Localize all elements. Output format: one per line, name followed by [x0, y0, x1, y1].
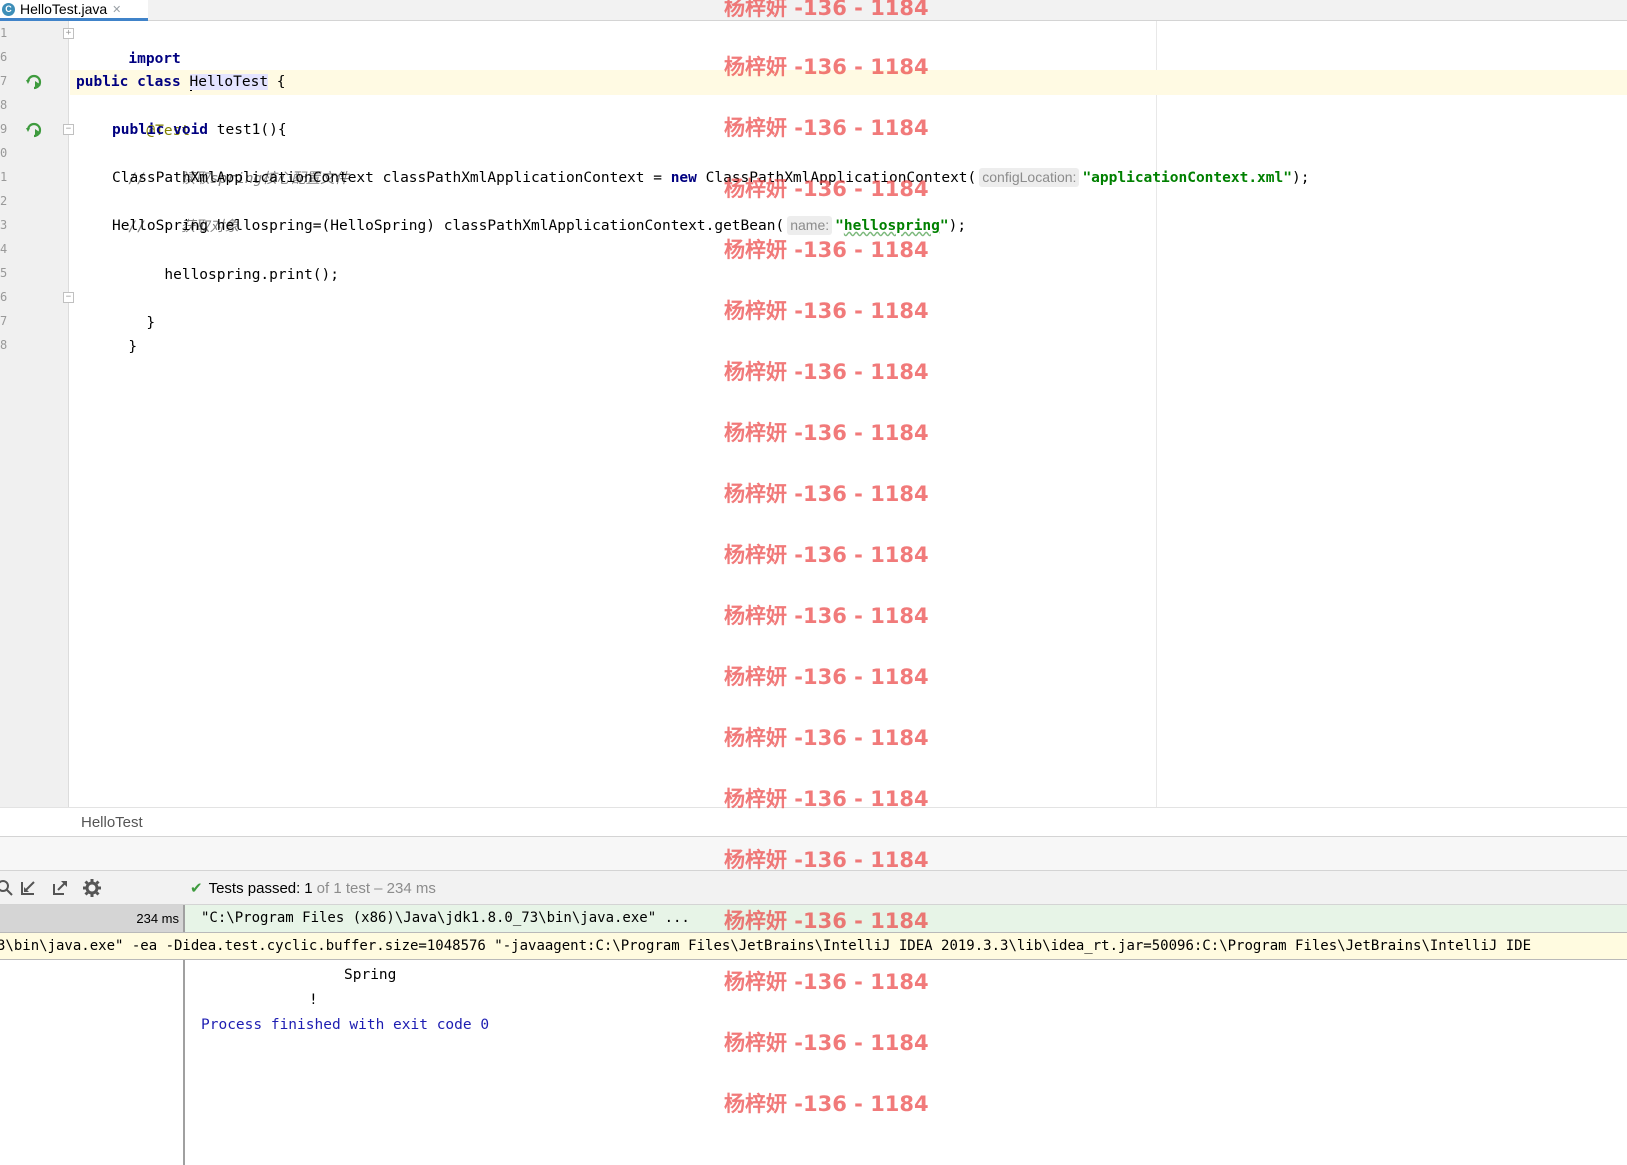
- tooltip-text: 3\bin\java.exe" -ea -Didea.test.cyclic.b…: [0, 938, 1532, 954]
- check-icon: ✔: [190, 879, 203, 897]
- line-number: 8: [0, 98, 8, 112]
- code-text: {: [268, 74, 286, 90]
- parameter-hint: configLocation:: [979, 168, 1080, 187]
- status-detail: of 1 test – 234 ms: [316, 879, 436, 897]
- code-text: hellospring.print();: [164, 267, 339, 283]
- close-icon[interactable]: ✕: [112, 3, 121, 16]
- run-test-class-icon[interactable]: [25, 73, 43, 91]
- line-number: 1: [0, 26, 8, 40]
- console-command-row[interactable]: "C:\Program Files (x86)\Java\jdk1.8.0_73…: [185, 905, 1627, 933]
- code-text: );: [948, 218, 967, 234]
- line-number: 1: [0, 170, 8, 184]
- string-literal: "hellospring": [835, 218, 949, 234]
- code-line-import: import ...: [76, 22, 1627, 92]
- line-number: 8: [0, 338, 8, 352]
- breadcrumb: HelloTest: [0, 807, 1627, 837]
- gutter-row: 6 −: [0, 286, 74, 311]
- test-status: ✔ Tests passed: 1 of 1 test – 234 ms: [190, 879, 436, 897]
- test-tree-root-row[interactable]: 234 ms: [0, 905, 183, 933]
- import-tests-icon[interactable]: [17, 878, 39, 898]
- line-number: 7: [0, 74, 8, 88]
- run-toolbar: ✔ Tests passed: 1 of 1 test – 234 ms: [0, 871, 1627, 905]
- code-text: test1(){: [208, 122, 287, 138]
- line-number: 4: [0, 242, 8, 256]
- gutter-row: 7: [0, 310, 69, 335]
- gutter-row: 3: [0, 214, 69, 239]
- search-icon[interactable]: [0, 878, 16, 898]
- code-line-comment: // 获取对象: [76, 190, 1627, 235]
- line-gutter: 1 + 6 7 8 9 − 0 1 2 3 4 5 6 − 7 8: [0, 21, 74, 807]
- code-text: HelloSpring hellospring=(HelloSpring) cl…: [112, 218, 785, 234]
- code-line-annotation: @Test: [94, 94, 1627, 139]
- line-number: 5: [0, 266, 8, 280]
- string-quote: ": [835, 218, 844, 234]
- console-output-line: Spring: [344, 967, 397, 983]
- status-label: Tests passed:: [208, 879, 301, 897]
- editor-tab-bar: C HelloTest.java ✕: [0, 0, 1627, 21]
- gutter-row: 7: [0, 70, 69, 95]
- code-line-class-decl: public class HelloTest {: [70, 70, 1627, 95]
- string-literal: "applicationContext.xml": [1082, 170, 1292, 186]
- gear-icon[interactable]: [81, 878, 103, 898]
- string-value: hellospring: [843, 218, 940, 234]
- code-editor[interactable]: 1 + 6 7 8 9 − 0 1 2 3 4 5 6 − 7 8 import…: [0, 21, 1627, 807]
- gutter-row: 2: [0, 190, 69, 215]
- export-tests-icon[interactable]: [49, 878, 71, 898]
- code-line-method-decl: public void test1(){: [112, 118, 1627, 143]
- line-number: 6: [0, 290, 8, 304]
- console-output-line: !: [309, 992, 318, 1008]
- code-line-close-method: }: [94, 286, 1627, 331]
- string-quote: ": [939, 218, 949, 234]
- gutter-row: 9 −: [0, 118, 74, 143]
- code-line-close-class: }: [76, 310, 1627, 355]
- keyword: public void: [112, 122, 209, 138]
- line-number: 2: [0, 194, 8, 208]
- code-line-print: hellospring.print();: [112, 238, 1627, 283]
- keyword: new: [670, 170, 697, 186]
- gutter-row: 1: [0, 166, 69, 191]
- tool-window-header: [0, 837, 1627, 871]
- code-text: }: [128, 339, 138, 355]
- gutter-row: 8: [0, 94, 69, 119]
- keyword: public class: [76, 74, 181, 90]
- test-duration: 234 ms: [136, 911, 179, 926]
- code-line-comment: // 读取spring核心配置文件: [76, 142, 1627, 187]
- code-line-getbean: HelloSpring hellospring=(HelloSpring) cl…: [112, 214, 1627, 239]
- gutter-row: 1 +: [0, 22, 74, 47]
- code-text: );: [1291, 170, 1310, 186]
- command-tooltip: 3\bin\java.exe" -ea -Didea.test.cyclic.b…: [0, 932, 1627, 960]
- run-test-method-icon[interactable]: [25, 121, 43, 139]
- line-number: 3: [0, 218, 8, 232]
- line-number: 6: [0, 50, 8, 64]
- parameter-hint: name:: [787, 216, 833, 235]
- code-line-context: ClassPathXmlApplicationContext classPath…: [112, 166, 1627, 191]
- console-command: "C:\Program Files (x86)\Java\jdk1.8.0_73…: [201, 910, 690, 926]
- breadcrumb-item-hellotest[interactable]: HelloTest: [81, 814, 143, 831]
- code-text: ClassPathXmlApplicationContext(: [696, 170, 977, 186]
- process-finished-line: Process finished with exit code 0: [201, 1017, 490, 1033]
- gutter-row: 0: [0, 142, 69, 167]
- gutter-row: 8: [0, 334, 69, 359]
- tab-label: HelloTest.java: [20, 1, 108, 17]
- code-area[interactable]: import ... public class HelloTest { @Tes…: [70, 21, 1627, 807]
- line-number: 0: [0, 146, 8, 160]
- gutter-row: 4: [0, 238, 69, 263]
- line-number: 7: [0, 314, 8, 328]
- class-name: HelloTest: [189, 74, 269, 90]
- line-number: 9: [0, 122, 8, 136]
- java-class-icon: C: [2, 2, 15, 16]
- gutter-row: 6: [0, 46, 69, 71]
- gutter-row: 5: [0, 262, 69, 287]
- passed-count: 1: [304, 879, 313, 897]
- code-text: ClassPathXmlApplicationContext classPath…: [112, 170, 671, 186]
- keyword: import: [128, 51, 181, 67]
- tab-hellotest-java[interactable]: C HelloTest.java ✕: [0, 0, 148, 21]
